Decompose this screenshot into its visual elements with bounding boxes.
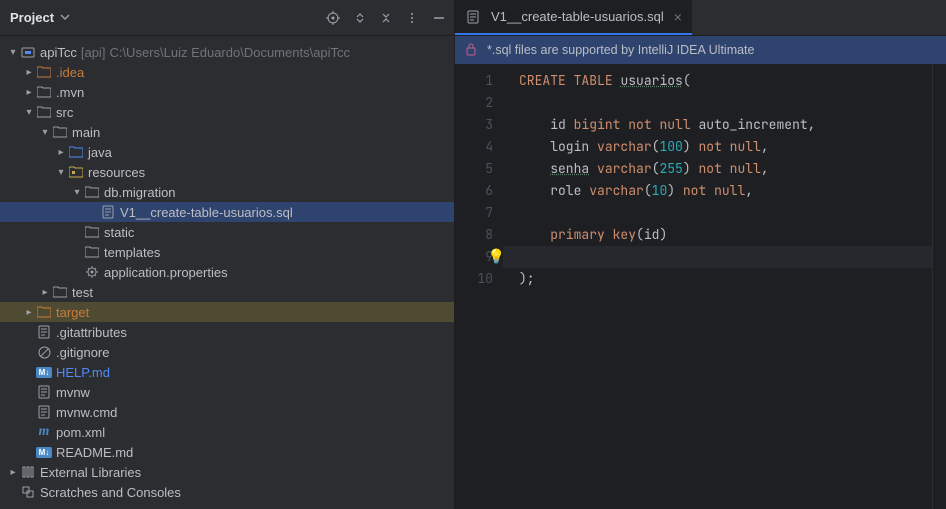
- tree-node-mvnw[interactable]: ▸mvnw: [0, 382, 454, 402]
- node-label: External Libraries: [40, 465, 141, 480]
- file-icon: [36, 404, 52, 420]
- tree-project-root[interactable]: ▾ apiTcc [api] C:\Users\Luiz Eduardo\Doc…: [0, 42, 454, 62]
- gutter: 1 2 3 4 5 6 7 8 9💡 10: [455, 64, 503, 509]
- tree-node-gitignore[interactable]: ▸.gitignore: [0, 342, 454, 362]
- node-label: .gitignore: [56, 345, 109, 360]
- node-label: .idea: [56, 65, 84, 80]
- editor-pane: V1__create-table-usuarios.sql × *.sql fi…: [455, 0, 946, 509]
- collapse-icon[interactable]: [380, 12, 392, 24]
- project-sidebar: Project ▾ apiTcc [api] C:\Users\Luiz Edu…: [0, 0, 455, 509]
- tree-node-static[interactable]: ▸static: [0, 222, 454, 242]
- folder-icon: [52, 124, 68, 140]
- folder-icon: [68, 164, 84, 180]
- tree-node-resources[interactable]: ▾resources: [0, 162, 454, 182]
- tree-node-mvnwcmd[interactable]: ▸mvnw.cmd: [0, 402, 454, 422]
- markdown-icon: M↓: [36, 364, 52, 380]
- file-icon: [36, 324, 52, 340]
- scratch-icon: [20, 484, 36, 500]
- lock-icon: [465, 42, 477, 59]
- tree-node-appprops[interactable]: ▸application.properties: [0, 262, 454, 282]
- folder-icon: [84, 224, 100, 240]
- editor-tabs: V1__create-table-usuarios.sql ×: [455, 0, 946, 36]
- tree-node-pom[interactable]: ▸mpom.xml: [0, 422, 454, 442]
- tree-node-extlib[interactable]: ▸External Libraries: [0, 462, 454, 482]
- node-label: README.md: [56, 445, 133, 460]
- tab-label: V1__create-table-usuarios.sql: [491, 9, 664, 24]
- tree-node-mvn[interactable]: ▸.mvn: [0, 82, 454, 102]
- sidebar-header: Project: [0, 0, 454, 36]
- module-icon: [20, 44, 36, 60]
- file-icon: [100, 204, 116, 220]
- scrollbar[interactable]: [932, 64, 946, 509]
- banner-text: *.sql files are supported by IntelliJ ID…: [487, 43, 754, 57]
- node-label: static: [104, 225, 134, 240]
- node-label: .mvn: [56, 85, 84, 100]
- node-label: mvnw: [56, 385, 90, 400]
- node-label: java: [88, 145, 112, 160]
- gear-icon: [84, 264, 100, 280]
- tree-node-main[interactable]: ▾main: [0, 122, 454, 142]
- tree-node-gitattr[interactable]: ▸.gitattributes: [0, 322, 454, 342]
- locate-icon[interactable]: [326, 11, 340, 25]
- node-label: application.properties: [104, 265, 228, 280]
- project-path: C:\Users\Luiz Eduardo\Documents\apiTcc: [109, 45, 350, 60]
- node-label: .gitattributes: [56, 325, 127, 340]
- bulb-icon[interactable]: 💡: [488, 246, 505, 268]
- folder-icon: [36, 104, 52, 120]
- node-label: templates: [104, 245, 160, 260]
- close-icon[interactable]: ×: [674, 9, 682, 25]
- file-icon: [36, 384, 52, 400]
- project-name: apiTcc: [40, 45, 77, 60]
- node-label: main: [72, 125, 100, 140]
- file-icon: [465, 9, 481, 25]
- editor-banner[interactable]: *.sql files are supported by IntelliJ ID…: [455, 36, 946, 64]
- tree-node-test[interactable]: ▸test: [0, 282, 454, 302]
- node-label: src: [56, 105, 73, 120]
- tree-node-dbmigration[interactable]: ▾db.migration: [0, 182, 454, 202]
- folder-icon: [36, 64, 52, 80]
- library-icon: [20, 464, 36, 480]
- node-label: test: [72, 285, 93, 300]
- node-label: mvnw.cmd: [56, 405, 117, 420]
- code-area[interactable]: 1 2 3 4 5 6 7 8 9💡 10 CREATE TABLE usuar…: [455, 64, 946, 509]
- sidebar-title[interactable]: Project: [10, 10, 54, 25]
- folder-icon: [68, 144, 84, 160]
- folder-icon: [84, 244, 100, 260]
- node-label: pom.xml: [56, 425, 105, 440]
- node-label: target: [56, 305, 89, 320]
- tree-node-target[interactable]: ▸target: [0, 302, 454, 322]
- tree-node-sqlfile[interactable]: ▸V1__create-table-usuarios.sql: [0, 202, 454, 222]
- folder-icon: [52, 284, 68, 300]
- tree-node-readme[interactable]: ▸M↓README.md: [0, 442, 454, 462]
- markdown-icon: M↓: [36, 444, 52, 460]
- code-body[interactable]: CREATE TABLE usuarios( id bigint not nul…: [503, 64, 932, 509]
- minimize-icon[interactable]: [432, 11, 446, 25]
- tree-node-src[interactable]: ▾src: [0, 102, 454, 122]
- tree-node-scratch[interactable]: ▸Scratches and Consoles: [0, 482, 454, 502]
- project-scope: [api]: [81, 45, 106, 60]
- maven-icon: m: [36, 424, 52, 440]
- tree-node-idea[interactable]: ▸.idea: [0, 62, 454, 82]
- folder-icon: [84, 184, 100, 200]
- expand-icon[interactable]: [354, 12, 366, 24]
- more-icon[interactable]: [406, 12, 418, 24]
- tab-sqlfile[interactable]: V1__create-table-usuarios.sql ×: [455, 0, 692, 35]
- tree-node-java[interactable]: ▸java: [0, 142, 454, 162]
- tree-node-templates[interactable]: ▸templates: [0, 242, 454, 262]
- chevron-down-icon[interactable]: [60, 10, 70, 25]
- project-tree[interactable]: ▾ apiTcc [api] C:\Users\Luiz Eduardo\Doc…: [0, 36, 454, 509]
- node-label: HELP.md: [56, 365, 110, 380]
- tree-node-help[interactable]: ▸M↓HELP.md: [0, 362, 454, 382]
- folder-icon: [36, 84, 52, 100]
- ignore-icon: [36, 344, 52, 360]
- node-label: db.migration: [104, 185, 176, 200]
- node-label: V1__create-table-usuarios.sql: [120, 205, 293, 220]
- node-label: resources: [88, 165, 145, 180]
- node-label: Scratches and Consoles: [40, 485, 181, 500]
- folder-icon: [36, 304, 52, 320]
